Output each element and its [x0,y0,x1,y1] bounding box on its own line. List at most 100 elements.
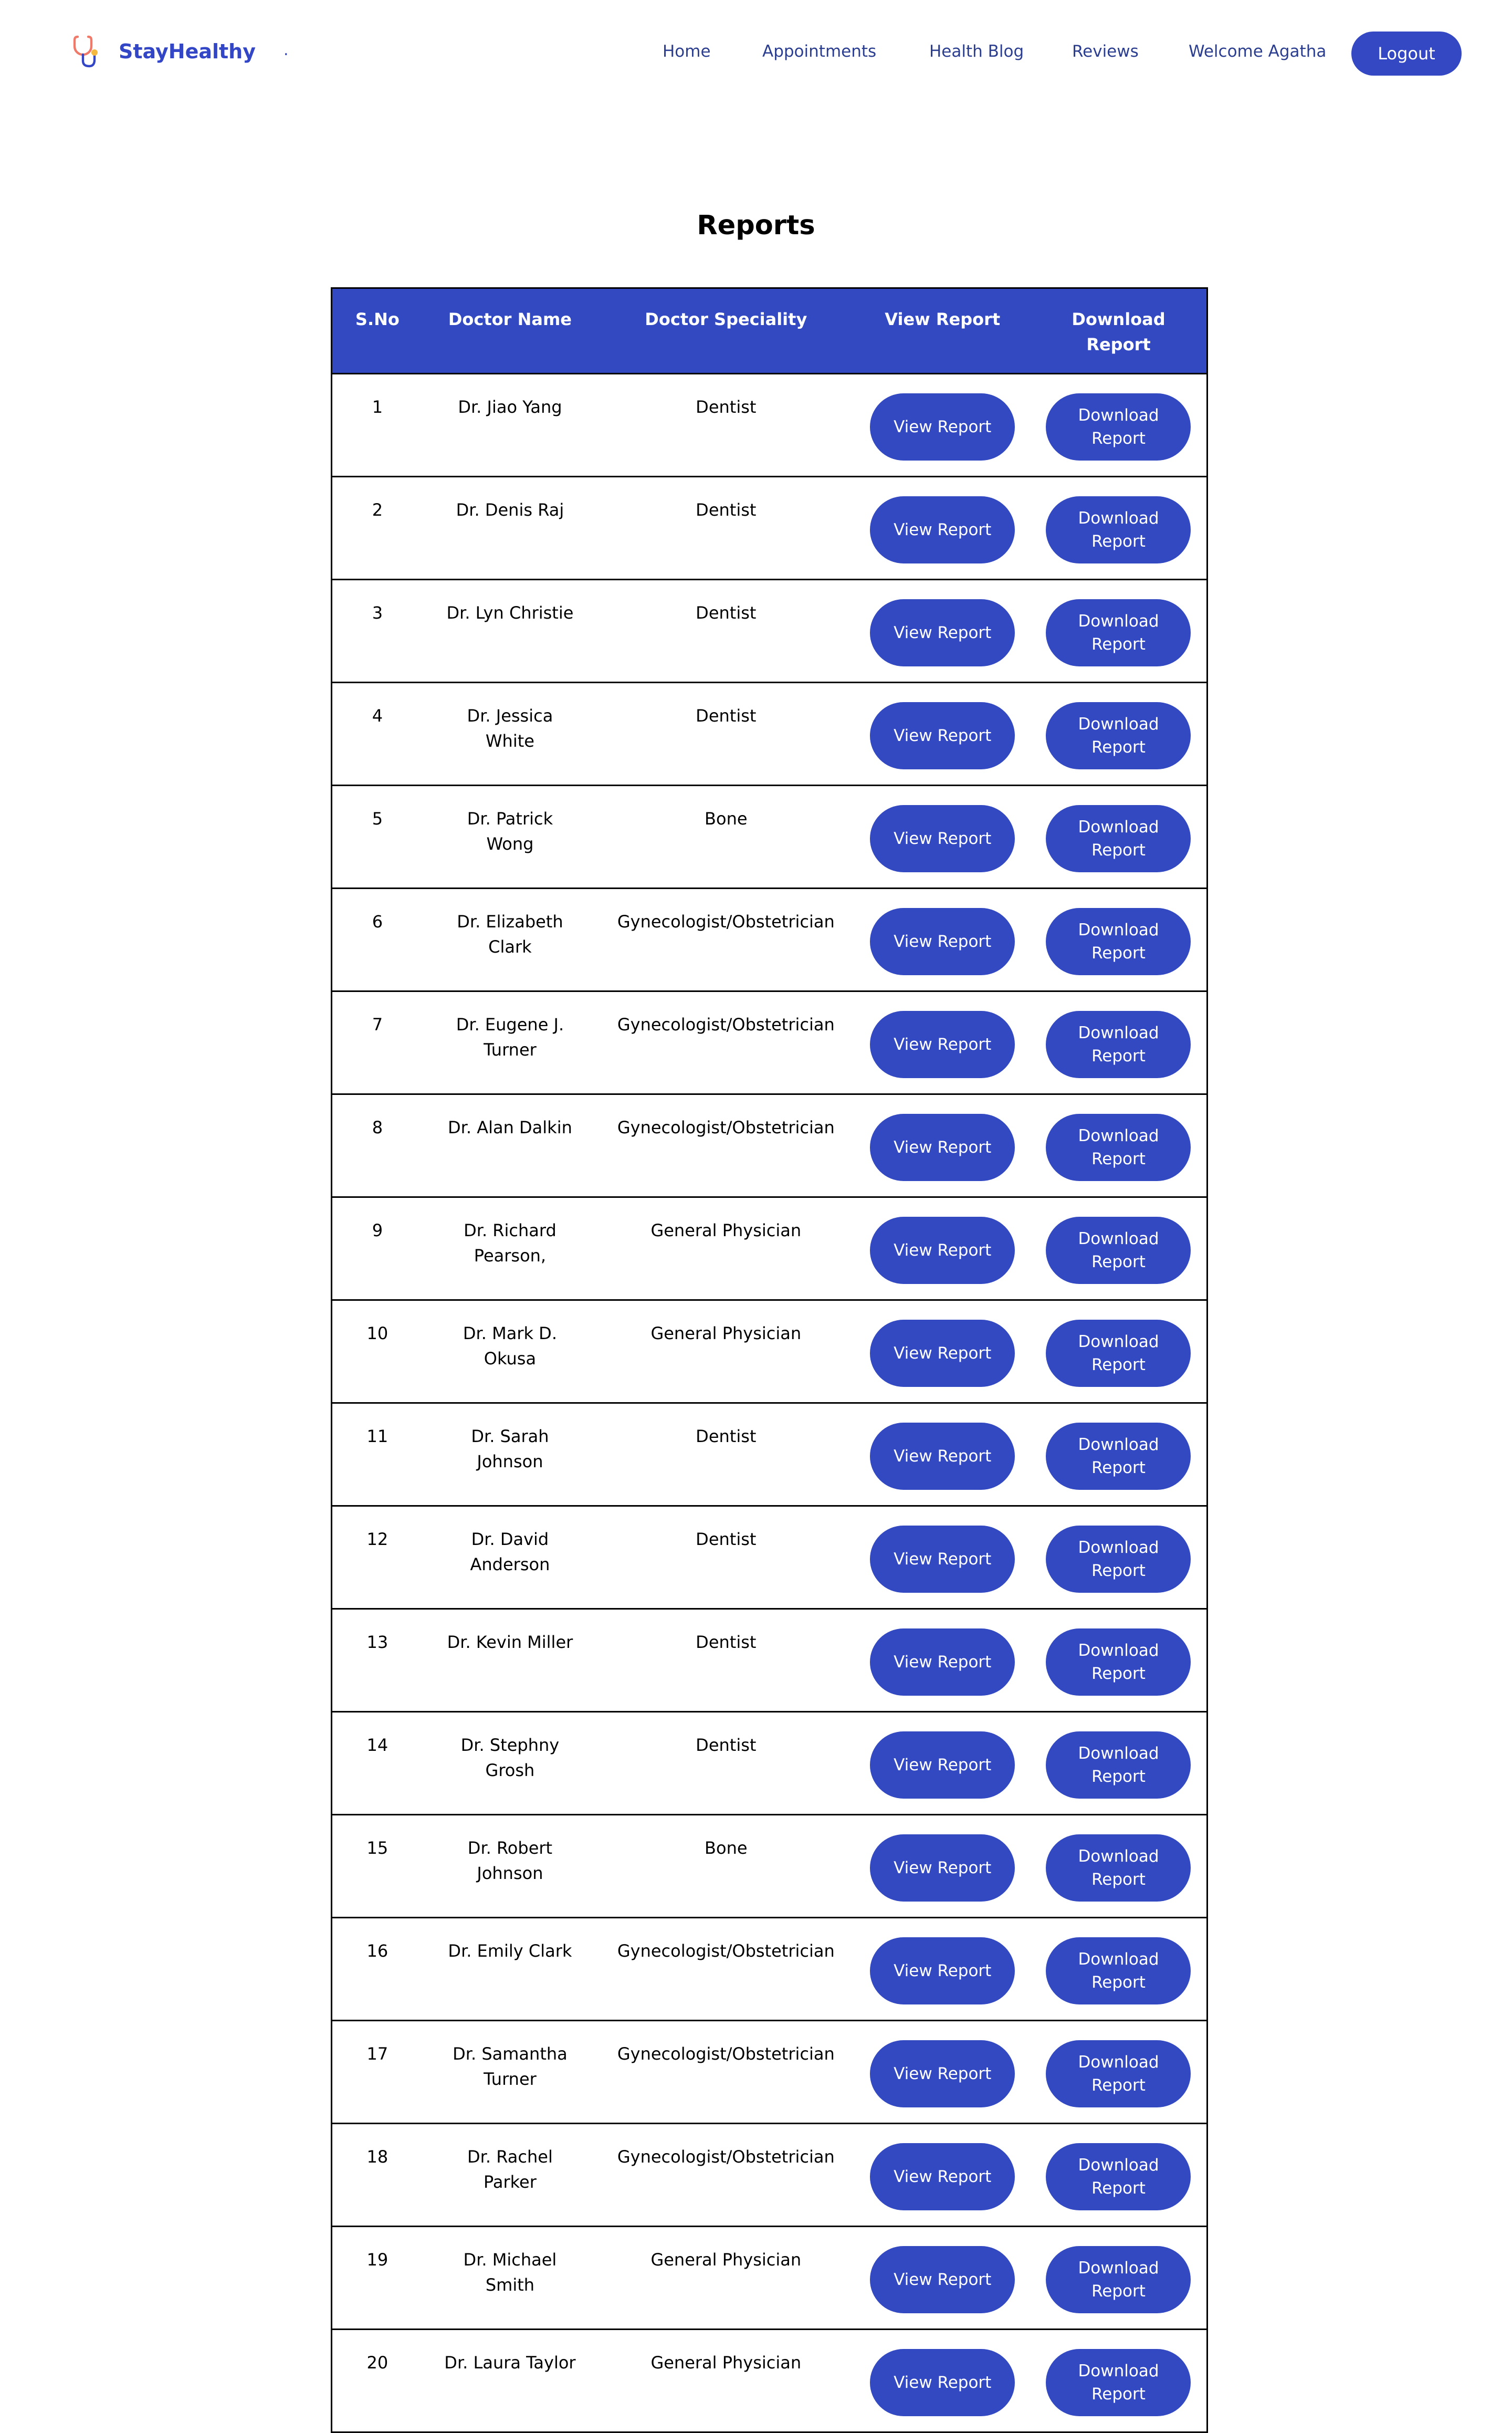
nav-reviews[interactable]: Reviews [1072,42,1139,61]
cell-sno: 16 [331,1917,423,2021]
view-report-button[interactable]: View Report [870,1217,1015,1284]
cell-sno: 11 [331,1402,423,1506]
download-report-button[interactable]: Download Report [1046,496,1191,563]
download-report-button[interactable]: Download Report [1046,1320,1191,1387]
doctor-name: Dr. Michael Smith [463,2250,557,2295]
cell-doctor-speciality: General Physician [597,1196,855,1300]
nav-welcome-user[interactable]: Welcome Agatha [1189,42,1326,61]
view-report-button[interactable]: View Report [870,805,1015,872]
cell-doctor-name: Dr. Samantha Turner [422,2020,598,2124]
cell-view-report: View Report [854,1608,1031,1712]
header-download-report: Download Report [1030,288,1208,374]
doctor-name: Dr. Eugene J. Turner [456,1015,564,1060]
table-row: 12 Dr. David Anderson Dentist View Report Do… [331,1505,1208,1609]
table-row: 9 Dr. Richard Pearson, General Physician Vi… [331,1196,1208,1300]
view-report-button[interactable]: View Report [870,2246,1015,2313]
download-report-button[interactable]: Download Report [1046,1834,1191,1902]
cell-doctor-speciality: Dentist [597,1711,855,1815]
nav-home[interactable]: Home [663,42,711,61]
view-report-button[interactable]: View Report [870,2349,1015,2416]
doctor-name: Dr. Robert Johnson [467,1838,553,1883]
view-report-button[interactable]: View Report [870,496,1015,563]
view-report-button[interactable]: View Report [870,599,1015,666]
cell-view-report: View Report [854,1093,1031,1197]
download-report-button[interactable]: Download Report [1046,1937,1191,2004]
view-report-button[interactable]: View Report [870,1937,1015,2004]
cell-doctor-speciality: Bone [597,785,855,889]
cell-doctor-speciality: Bone [597,1814,855,1918]
cell-download-report: Download Report [1030,373,1208,477]
view-report-button[interactable]: View Report [870,1114,1015,1181]
cell-sno: 17 [331,2020,423,2124]
download-report-button[interactable]: Download Report [1046,1011,1191,1078]
cell-view-report: View Report [854,579,1031,683]
nav-appointments[interactable]: Appointments [762,42,876,61]
cell-view-report: View Report [854,1814,1031,1918]
nav-health-blog[interactable]: Health Blog [929,42,1024,61]
cell-sno: 1 [331,373,423,477]
view-report-button[interactable]: View Report [870,1320,1015,1387]
view-report-button[interactable]: View Report [870,1834,1015,1902]
download-report-button[interactable]: Download Report [1046,1526,1191,1593]
cell-view-report: View Report [854,2020,1031,2124]
download-report-button[interactable]: Download Report [1046,908,1191,975]
brand-logo[interactable]: StayHealthy [72,35,256,68]
download-report-button[interactable]: Download Report [1046,2246,1191,2313]
download-report-button[interactable]: Download Report [1046,702,1191,769]
view-report-button[interactable]: View Report [870,393,1015,461]
doctor-name: Dr. Emily Clark [448,1941,572,1961]
header-doctor-name: Doctor Name [422,288,598,374]
download-report-button[interactable]: Download Report [1046,1217,1191,1284]
download-report-button[interactable]: Download Report [1046,2349,1191,2416]
cell-download-report: Download Report [1030,1608,1208,1712]
table-row: 2 Dr. Denis Raj Dentist View Report Download… [331,476,1208,580]
doctor-name: Dr. Kevin Miller [447,1632,573,1652]
view-report-button[interactable]: View Report [870,2143,1015,2210]
cell-sno: 7 [331,990,423,1094]
view-report-button[interactable]: View Report [870,1731,1015,1799]
table-row: 10 Dr. Mark D. Okusa General Physician View… [331,1299,1208,1403]
download-report-button[interactable]: Download Report [1046,1628,1191,1696]
view-report-button[interactable]: View Report [870,2040,1015,2107]
doctor-name: Dr. Stephny Grosh [460,1735,560,1780]
download-report-button[interactable]: Download Report [1046,1423,1191,1490]
doctor-name: Dr. Mark D. Okusa [463,1323,557,1369]
download-report-button[interactable]: Download Report [1046,1114,1191,1181]
cell-doctor-speciality: Dentist [597,579,855,683]
download-report-button[interactable]: Download Report [1046,1731,1191,1799]
download-report-button[interactable]: Download Report [1046,599,1191,666]
view-report-button[interactable]: View Report [870,1423,1015,1490]
cell-doctor-speciality: Dentist [597,1505,855,1609]
cell-sno: 15 [331,1814,423,1918]
doctor-name: Dr. Lyn Christie [446,603,574,623]
cell-doctor-name: Dr. David Anderson [422,1505,598,1609]
cell-sno: 4 [331,682,423,786]
cell-sno: 5 [331,785,423,889]
cell-doctor-name: Dr. Denis Raj [422,476,598,580]
logout-button[interactable]: Logout [1351,32,1462,76]
cell-download-report: Download Report [1030,1917,1208,2021]
cell-doctor-speciality: Gynecologist/Obstetrician [597,2123,855,2227]
table-row: 7 Dr. Eugene J. Turner Gynecologist/Obstet… [331,990,1208,1094]
cell-view-report: View Report [854,1299,1031,1403]
view-report-button[interactable]: View Report [870,1628,1015,1696]
download-report-button[interactable]: Download Report [1046,2143,1191,2210]
download-report-button[interactable]: Download Report [1046,805,1191,872]
cell-download-report: Download Report [1030,682,1208,786]
view-report-button[interactable]: View Report [870,908,1015,975]
cell-sno: 14 [331,1711,423,1815]
cell-doctor-name: Dr. Elizabeth Clark [422,887,598,991]
cell-view-report: View Report [854,2328,1031,2432]
view-report-button[interactable]: View Report [870,1526,1015,1593]
cell-sno: 8 [331,1093,423,1197]
cell-download-report: Download Report [1030,579,1208,683]
table-row: 11 Dr. Sarah Johnson Dentist View Report Dow… [331,1402,1208,1506]
cell-doctor-name: Dr. Laura Taylor [422,2328,598,2432]
download-report-button[interactable]: Download Report [1046,393,1191,461]
view-report-button[interactable]: View Report [870,1011,1015,1078]
cell-view-report: View Report [854,1505,1031,1609]
navbar: StayHealthy . Home Appointments Health B… [0,0,1512,105]
download-report-button[interactable]: Download Report [1046,2040,1191,2107]
view-report-button[interactable]: View Report [870,702,1015,769]
cell-download-report: Download Report [1030,2123,1208,2227]
